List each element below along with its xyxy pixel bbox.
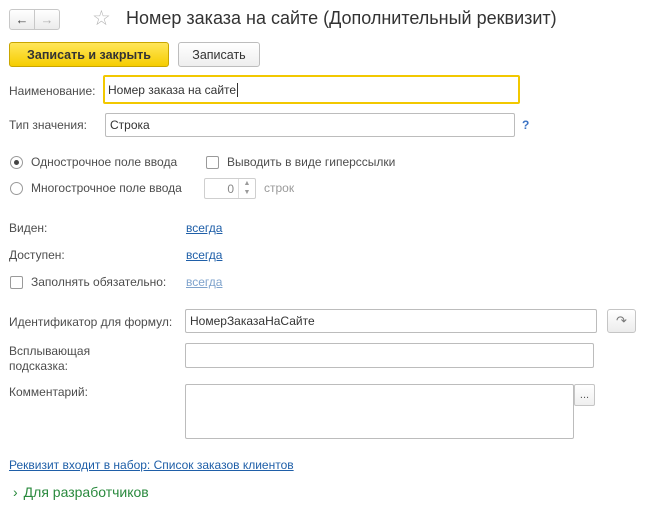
arrow-right-icon: → [40, 12, 54, 27]
visible-label: Виден: [9, 221, 48, 235]
stepper-arrows[interactable]: ▲ ▼ [238, 179, 255, 198]
multi-line-radio[interactable] [10, 182, 23, 195]
comment-label: Комментарий: [9, 385, 88, 399]
stepper-down-icon[interactable]: ▼ [244, 189, 251, 197]
comment-textarea[interactable] [185, 384, 574, 439]
visible-link[interactable]: всегда [186, 221, 222, 235]
forward-button[interactable]: → [34, 9, 60, 30]
back-button[interactable]: ← [9, 9, 35, 30]
required-checkbox[interactable] [10, 276, 23, 289]
stepper-up-icon[interactable]: ▲ [244, 180, 251, 188]
name-input-value: Номер заказа на сайте [108, 82, 237, 97]
comment-edit-button[interactable]: ... [574, 384, 595, 406]
save-button[interactable]: Записать [178, 42, 260, 67]
required-label: Заполнять обязательно: [31, 275, 167, 289]
multi-line-label: Многострочное поле ввода [31, 181, 182, 195]
text-cursor [237, 82, 239, 97]
available-link[interactable]: всегда [186, 248, 222, 262]
lines-count-stepper[interactable]: 0 ▲ ▼ [204, 178, 256, 199]
formula-id-value: НомерЗаказаНаСайте [190, 314, 315, 328]
lines-unit-label: строк [264, 181, 295, 195]
formula-id-label: Идентификатор для формул: [9, 315, 173, 329]
developers-section-toggle[interactable]: › Для разработчиков [13, 484, 149, 500]
save-and-close-button[interactable]: Записать и закрыть [9, 42, 169, 67]
single-line-label: Однострочное поле ввода [31, 155, 178, 169]
attribute-set-link[interactable]: Реквизит входит в набор: Список заказов … [9, 458, 294, 472]
help-icon[interactable]: ? [522, 118, 529, 132]
name-input[interactable]: Номер заказа на сайте [103, 75, 520, 104]
hyperlink-label: Выводить в виде гиперссылки [227, 155, 396, 169]
single-line-radio[interactable] [10, 156, 23, 169]
available-label: Доступен: [9, 248, 65, 262]
refresh-arrow-icon: ↷ [616, 313, 627, 328]
page-title: Номер заказа на сайте (Дополнительный ре… [126, 8, 557, 28]
type-input-value: Строка [110, 118, 150, 132]
type-label: Тип значения: [9, 118, 87, 132]
favorite-star-icon[interactable]: ☆ [92, 7, 111, 31]
tooltip-label-line1: Всплывающая [9, 344, 91, 358]
name-label: Наименование: [9, 84, 96, 98]
lines-count-value: 0 [227, 182, 234, 196]
developers-section-label: Для разработчиков [23, 484, 149, 500]
chevron-right-icon: › [13, 484, 18, 500]
tooltip-input[interactable] [185, 343, 594, 368]
type-input[interactable]: Строка [105, 113, 515, 137]
tooltip-label-line2: подсказка: [9, 359, 68, 373]
formula-id-input[interactable]: НомерЗаказаНаСайте [185, 309, 597, 333]
required-link[interactable]: всегда [186, 275, 222, 289]
hyperlink-checkbox[interactable] [206, 156, 219, 169]
regenerate-id-button[interactable]: ↷ [607, 309, 636, 333]
arrow-left-icon: ← [15, 12, 29, 27]
